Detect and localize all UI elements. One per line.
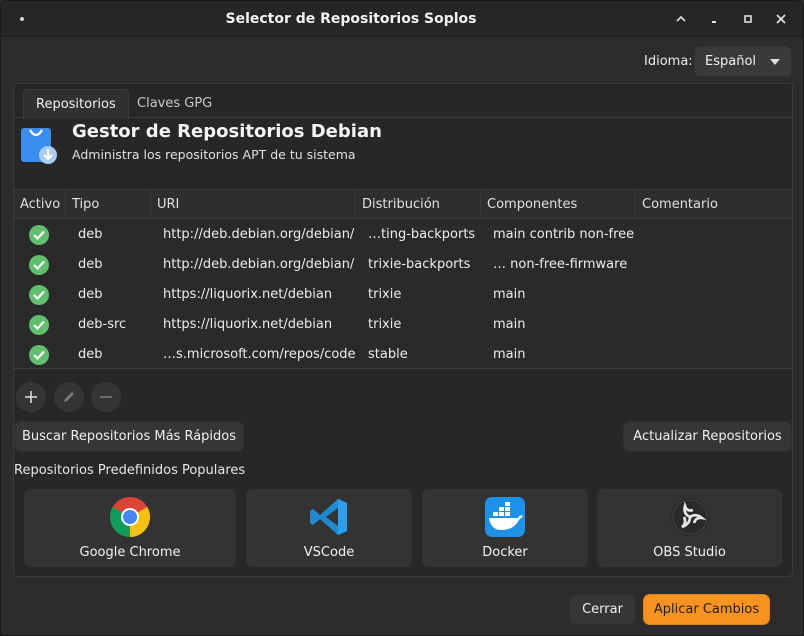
main-notebook: Repositorios Claves GPG Gestor de Reposi… — [13, 83, 793, 577]
table-row[interactable]: deb http://deb.debian.org/debian/ trixie… — [14, 250, 792, 280]
table-row[interactable]: deb https://liquorix.net/debian trixie m… — [14, 280, 792, 310]
chrome-icon — [110, 497, 150, 537]
cell-distribution: trixie-backports — [368, 257, 471, 272]
app-card-vscode[interactable]: VSCode — [246, 489, 412, 567]
edit-repository-button[interactable] — [54, 382, 84, 412]
app-window: Selector de Repositorios Soplos Idioma: … — [0, 0, 804, 636]
cell-components: main — [493, 347, 526, 362]
package-download-icon — [21, 128, 57, 164]
window-title: Selector de Repositorios Soplos — [225, 11, 477, 27]
update-repos-button[interactable]: Actualizar Repositorios — [623, 421, 792, 452]
cell-components: main contrib non-free — [493, 227, 635, 242]
app-card-label: VSCode — [303, 545, 355, 560]
page-subtitle: Administra los repositorios APT de tu si… — [72, 147, 356, 162]
find-fastest-repos-button[interactable]: Buscar Repositorios Más Rápidos — [14, 421, 244, 452]
app-card-label: Docker — [482, 545, 528, 560]
chevron-down-icon — [770, 59, 780, 65]
active-check-icon[interactable] — [29, 285, 49, 305]
minus-icon — [100, 396, 112, 398]
column-header-componentes[interactable]: Componentes — [481, 190, 636, 219]
cell-type: deb — [78, 287, 103, 302]
page-title: Gestor de Repositorios Debian — [72, 121, 382, 142]
app-card-obs-studio[interactable]: OBS Studio — [597, 489, 782, 567]
maximize-icon[interactable] — [738, 9, 758, 29]
cell-type: deb — [78, 347, 103, 362]
cell-uri: https://liquorix.net/debian — [163, 287, 333, 302]
vscode-icon — [310, 499, 347, 535]
table-row[interactable]: deb http://deb.debian.org/debian/ …ting-… — [14, 220, 792, 250]
cell-distribution: trixie — [368, 317, 402, 332]
tab-claves-gpg[interactable]: Claves GPG — [125, 89, 224, 119]
table-row[interactable]: deb …s.microsoft.com/repos/code stable m… — [14, 340, 792, 370]
apply-changes-button[interactable]: Aplicar Cambios — [643, 594, 770, 625]
cell-components: … non-free-firmware — [493, 257, 628, 272]
table-row[interactable]: deb-src https://liquorix.net/debian trix… — [14, 310, 792, 340]
column-header-uri[interactable]: URI — [151, 190, 356, 219]
app-card-docker[interactable]: Docker — [422, 489, 588, 567]
shade-icon[interactable] — [704, 9, 724, 29]
close-button[interactable]: Cerrar — [569, 594, 636, 625]
remove-repository-button[interactable] — [91, 382, 121, 412]
cell-components: main — [493, 287, 526, 302]
active-check-icon[interactable] — [29, 225, 49, 245]
cell-uri: http://deb.debian.org/debian/ — [163, 257, 355, 272]
cell-distribution: stable — [368, 347, 408, 362]
minimize-icon[interactable] — [671, 9, 691, 29]
tab-repositorios[interactable]: Repositorios — [23, 89, 129, 119]
title-bar: Selector de Repositorios Soplos — [1, 1, 803, 37]
repositories-table: Activo Tipo URI Distribución Componentes… — [14, 189, 792, 369]
language-label: Idioma: — [644, 54, 693, 69]
app-card-label: Google Chrome — [79, 545, 181, 560]
cell-type: deb — [78, 257, 103, 272]
column-header-distribucion[interactable]: Distribución — [356, 190, 481, 219]
cell-uri: http://deb.debian.org/debian/ — [163, 227, 355, 242]
cell-uri: https://liquorix.net/debian — [163, 317, 333, 332]
cell-type: deb — [78, 227, 103, 242]
app-card-google-chrome[interactable]: Google Chrome — [24, 489, 236, 567]
popular-repos-label: Repositorios Predefinidos Populares — [14, 463, 246, 478]
add-repository-button[interactable] — [16, 382, 46, 412]
cell-components: main — [493, 317, 526, 332]
active-check-icon[interactable] — [29, 315, 49, 335]
obs-icon — [670, 498, 709, 536]
active-check-icon[interactable] — [29, 255, 49, 275]
language-select[interactable]: Español — [694, 46, 792, 77]
pencil-icon — [64, 392, 74, 402]
app-card-label: OBS Studio — [653, 545, 726, 560]
active-check-icon[interactable] — [29, 345, 49, 365]
column-header-comentario[interactable]: Comentario — [636, 190, 792, 219]
column-header-activo[interactable]: Activo — [14, 190, 66, 219]
cell-distribution: …ting-backports — [368, 227, 476, 242]
cell-uri: …s.microsoft.com/repos/code — [163, 347, 356, 362]
docker-icon — [485, 497, 525, 537]
close-window-icon[interactable] — [771, 9, 791, 29]
table-header: Activo Tipo URI Distribución Componentes… — [14, 190, 792, 219]
cell-type: deb-src — [78, 317, 127, 332]
column-header-tipo[interactable]: Tipo — [66, 190, 151, 219]
plus-icon — [25, 391, 37, 403]
language-selected-value: Español — [705, 54, 757, 69]
tab-bar: Repositorios Claves GPG — [14, 84, 792, 119]
cell-distribution: trixie — [368, 287, 402, 302]
